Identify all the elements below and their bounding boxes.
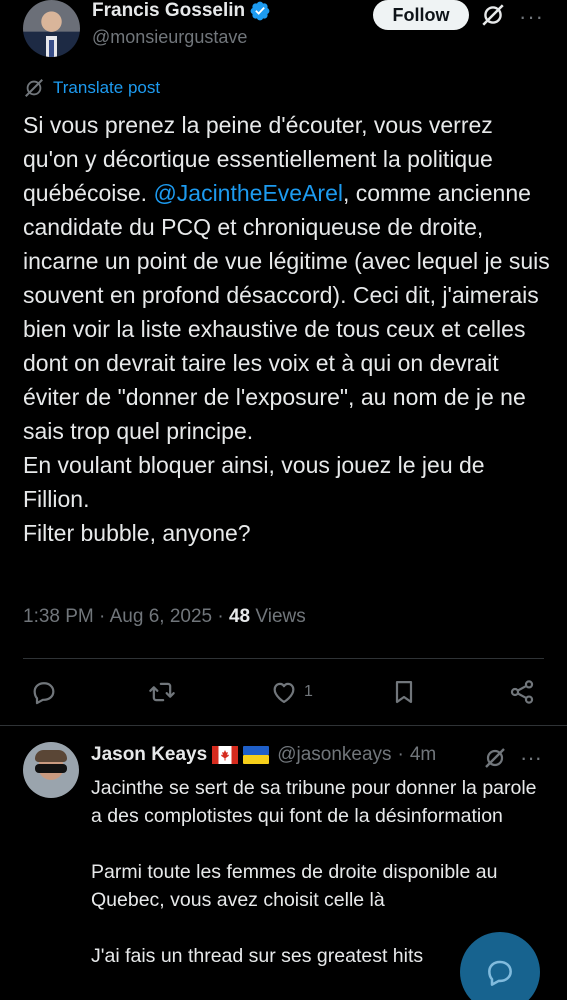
author-handle[interactable]: @monsieurgustave — [92, 27, 247, 48]
post-text-part-2: , comme ancienne candidate du PCQ et chr… — [23, 180, 550, 546]
more-icon[interactable]: ··· — [519, 4, 543, 29]
compose-icon — [488, 960, 512, 986]
views-count: 48 — [228, 606, 251, 627]
post-text: Si vous prenez la peine d'écouter, vous … — [23, 108, 553, 550]
mention-link[interactable]: @JacintheEveArel — [153, 180, 343, 206]
reply-author-handle[interactable]: @jasonkeays — [277, 744, 391, 766]
share-icon — [510, 680, 534, 704]
repost-button[interactable] — [148, 672, 176, 712]
like-button[interactable]: 1 — [270, 672, 313, 712]
grok-icon[interactable] — [483, 746, 507, 770]
reply-icon — [33, 682, 55, 705]
like-icon — [273, 682, 295, 704]
post-author-header: Francis Gosselin @monsieurgustave Follow… — [23, 0, 553, 57]
author-display-name[interactable]: Francis Gosselin — [92, 0, 245, 22]
follow-button[interactable]: Follow — [373, 0, 469, 30]
bookmark-button[interactable] — [390, 672, 418, 712]
post-date[interactable]: Aug 6, 2025 — [110, 606, 212, 627]
translate-label: Translate post — [53, 78, 161, 97]
author-avatar[interactable] — [23, 0, 80, 57]
author-name-row: Francis Gosselin — [92, 0, 271, 22]
repost-icon — [149, 682, 175, 702]
reply-author-name[interactable]: Jason Keays — [91, 744, 207, 766]
divider — [0, 725, 567, 726]
canada-flag-icon — [212, 746, 239, 764]
share-button[interactable] — [508, 672, 536, 712]
more-icon[interactable]: ··· — [520, 745, 544, 770]
post-detail-page: Francis Gosselin @monsieurgustave Follow… — [0, 0, 567, 1000]
translate-icon — [25, 79, 43, 97]
like-count: 1 — [304, 683, 313, 700]
translate-post[interactable]: Translate post — [23, 77, 160, 99]
post-meta: 1:38 PM · Aug 6, 2025 · 48 Views — [23, 606, 306, 627]
reply-header: Jason Keays @jasonkeays · 4m — [91, 744, 436, 766]
reply-separator: · — [397, 744, 404, 765]
reply-author-avatar[interactable] — [23, 742, 79, 798]
bookmark-icon — [395, 680, 413, 704]
post-time[interactable]: 1:38 PM — [23, 606, 94, 627]
ukraine-flag-icon — [243, 746, 270, 764]
divider — [23, 658, 544, 659]
verified-badge-icon — [250, 1, 270, 21]
reply-button[interactable] — [30, 672, 58, 712]
grok-icon[interactable] — [480, 2, 506, 28]
views-label: Views — [255, 606, 306, 627]
post-actions-bar: 1 — [0, 672, 567, 712]
reply-age[interactable]: 4m — [410, 744, 436, 766]
